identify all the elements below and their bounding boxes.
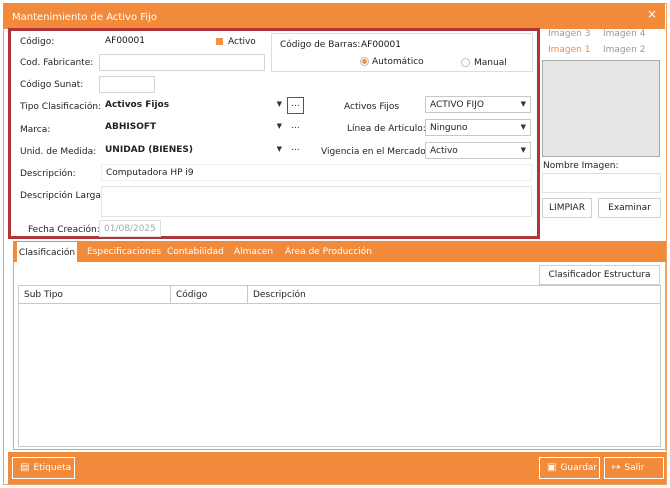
column-header-codigo[interactable]: Código bbox=[171, 286, 248, 304]
fecha-creacion-label: Fecha Creación: bbox=[28, 225, 100, 235]
activos-fijos-select[interactable]: ACTIVO FIJO ▼ bbox=[425, 96, 531, 113]
clasificacion-grid[interactable]: Sub Tipo Código Descripción bbox=[18, 285, 661, 447]
guardar-button[interactable]: ▣ Guardar bbox=[539, 457, 600, 479]
close-icon[interactable]: × bbox=[647, 7, 657, 21]
linea-articulo-label: Línea de Articulo: bbox=[347, 124, 426, 134]
image-tab-1[interactable]: Imagen 1 bbox=[548, 45, 590, 55]
dropdown-arrow-icon: ▼ bbox=[520, 100, 526, 108]
clasificador-estructura-button[interactable]: Clasificador Estructura bbox=[539, 265, 660, 285]
codigo-sunat-label: Código Sunat: bbox=[20, 80, 84, 90]
codigo-sunat-input[interactable] bbox=[99, 76, 155, 93]
dropdown-arrow-icon: ▼ bbox=[276, 122, 282, 130]
image-tab-4[interactable]: Imagen 4 bbox=[603, 29, 645, 39]
nombre-imagen-input[interactable] bbox=[542, 173, 661, 193]
window-title: Mantenimiento de Activo Fijo bbox=[12, 12, 157, 23]
limpiar-button[interactable]: LIMPIAR bbox=[542, 198, 592, 218]
tipo-clasificacion-label: Tipo Clasificación: bbox=[20, 102, 102, 112]
radio-manual-label[interactable]: Manual bbox=[474, 58, 507, 68]
tipo-clasificacion-browse-button[interactable]: ... bbox=[287, 97, 304, 114]
save-icon: ▣ bbox=[547, 462, 557, 473]
tipo-clasificacion-select[interactable]: Activos Fijos ▼ bbox=[101, 97, 286, 114]
descripcion-larga-label: Descripción Larga: bbox=[20, 191, 104, 201]
vigencia-mercado-value: Activo bbox=[430, 146, 458, 156]
descripcion-larga-textarea[interactable] bbox=[101, 186, 532, 217]
label-icon: ▤ bbox=[20, 462, 30, 473]
tab-clasificacion[interactable]: Clasificación bbox=[16, 241, 78, 262]
guardar-label: Guardar bbox=[560, 463, 598, 473]
image-tab-2[interactable]: Imagen 2 bbox=[603, 45, 645, 55]
marca-label: Marca: bbox=[20, 125, 51, 135]
examinar-button[interactable]: Examinar bbox=[598, 198, 661, 218]
unidad-medida-label: Unid. de Medida: bbox=[20, 147, 97, 157]
linea-articulo-select[interactable]: Ninguno ▼ bbox=[425, 119, 531, 136]
unidad-medida-select[interactable]: UNIDAD (BIENES) ▼ bbox=[101, 142, 286, 159]
etiqueta-button[interactable]: ▤ Etiqueta bbox=[12, 457, 75, 479]
tab-especificaciones[interactable]: Especificaciones bbox=[87, 241, 161, 262]
salir-button[interactable]: ↦ Salir bbox=[604, 457, 664, 479]
dropdown-arrow-icon: ▼ bbox=[520, 146, 526, 154]
exit-icon: ↦ bbox=[612, 462, 621, 473]
dropdown-arrow-icon: ▼ bbox=[520, 123, 526, 131]
codigo-barras-label: Código de Barras: bbox=[280, 40, 361, 50]
activo-checkbox-label[interactable]: Activo bbox=[228, 37, 256, 47]
checkbox-icon[interactable] bbox=[216, 38, 223, 45]
etiqueta-label: Etiqueta bbox=[33, 463, 72, 473]
fecha-creacion-input[interactable]: 01/08/2025 bbox=[99, 220, 161, 237]
unidad-medida-browse-button[interactable]: ... bbox=[287, 142, 304, 159]
dropdown-arrow-icon: ▼ bbox=[276, 100, 282, 108]
salir-label: Salir bbox=[624, 463, 645, 473]
unidad-medida-value: UNIDAD (BIENES) bbox=[105, 145, 193, 155]
footer-bar: ▤ Etiqueta ▣ Guardar ↦ Salir bbox=[8, 452, 666, 484]
marca-browse-button[interactable]: ... bbox=[287, 120, 304, 137]
tab-contabilidad[interactable]: Contabilidad bbox=[167, 241, 224, 262]
tab-bar: Clasificación Especificaciones Contabili… bbox=[13, 241, 666, 262]
radio-automatico-label[interactable]: Automático bbox=[372, 57, 424, 67]
marca-value: ABHISOFT bbox=[105, 122, 157, 132]
image-preview bbox=[542, 60, 660, 157]
vigencia-mercado-label: Vigencia en el Mercado: bbox=[321, 147, 429, 157]
descripcion-input[interactable]: Computadora HP i9 bbox=[101, 164, 532, 181]
linea-articulo-value: Ninguno bbox=[430, 123, 468, 133]
title-bar: Mantenimiento de Activo Fijo × bbox=[3, 3, 665, 29]
dropdown-arrow-icon: ▼ bbox=[276, 145, 282, 153]
cod-fabricante-label: Cod. Fabricante: bbox=[20, 58, 94, 68]
descripcion-label: Descripción: bbox=[20, 169, 76, 179]
column-header-sub-tipo[interactable]: Sub Tipo bbox=[19, 286, 171, 304]
column-header-descripcion[interactable]: Descripción bbox=[248, 286, 660, 304]
radio-automatico-icon[interactable] bbox=[360, 57, 369, 66]
codigo-barras-value[interactable]: AF00001 bbox=[361, 40, 401, 50]
codigo-label: Código: bbox=[20, 37, 55, 47]
radio-manual-icon[interactable] bbox=[461, 58, 470, 67]
tab-almacen[interactable]: Almacen bbox=[234, 241, 273, 262]
nombre-imagen-label: Nombre Imagen: bbox=[543, 161, 619, 171]
cod-fabricante-input[interactable] bbox=[99, 54, 265, 71]
tipo-clasificacion-value: Activos Fijos bbox=[105, 100, 170, 110]
activos-fijos-label: Activos Fijos bbox=[344, 102, 400, 112]
codigo-value: AF00001 bbox=[105, 36, 145, 46]
activos-fijos-value: ACTIVO FIJO bbox=[430, 100, 484, 110]
tab-area-produccion[interactable]: Área de Producción bbox=[285, 241, 372, 262]
marca-select[interactable]: ABHISOFT ▼ bbox=[101, 119, 286, 136]
image-tab-3[interactable]: Imagen 3 bbox=[548, 29, 590, 39]
vigencia-mercado-select[interactable]: Activo ▼ bbox=[425, 142, 531, 159]
